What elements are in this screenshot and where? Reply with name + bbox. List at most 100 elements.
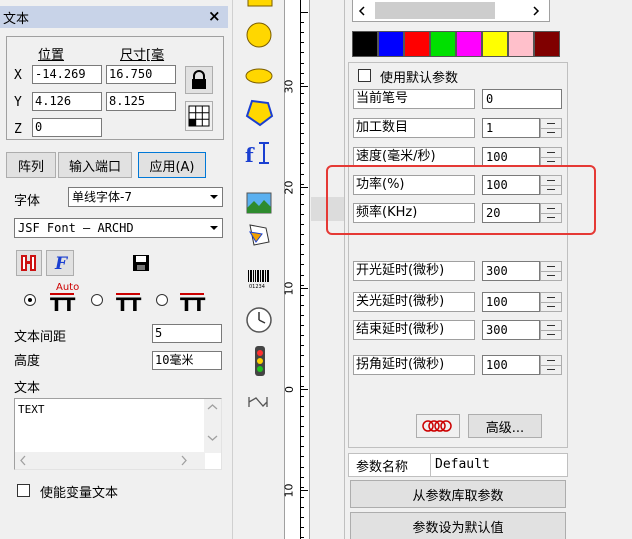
pen-color-swatch[interactable]: [378, 31, 404, 57]
apply-button[interactable]: 应用(A): [138, 152, 206, 178]
polygon-tool-icon[interactable]: [244, 98, 274, 128]
param-label: 关光延时(微秒): [353, 292, 475, 312]
scroll-down-icon[interactable]: [204, 429, 221, 446]
param-label: 加工数目: [353, 118, 475, 138]
height-label: 高度: [14, 354, 41, 369]
set-as-default-button[interactable]: 参数设为默认值: [350, 512, 566, 539]
highlight-box: [326, 165, 596, 235]
pen-color-swatch[interactable]: [456, 31, 482, 57]
circle-tool-icon[interactable]: [244, 20, 274, 50]
pen-color-swatch[interactable]: [404, 31, 430, 57]
font-label: 字体: [14, 194, 41, 209]
align-left-tt-icon: TT: [116, 293, 141, 316]
input-port-button[interactable]: 输入端口: [58, 152, 132, 178]
align-auto-tt-icon: TT: [50, 293, 75, 316]
font-type-value: 单线字体-7: [72, 190, 132, 204]
param-name-divider: [430, 453, 431, 477]
scroll-thumb[interactable]: [375, 2, 495, 19]
speed-input[interactable]: 100: [482, 147, 540, 167]
scroll-left-icon[interactable]: [15, 452, 32, 469]
lock-ratio-button[interactable]: [185, 66, 213, 94]
text-horizontal-scrollbar[interactable]: [15, 452, 205, 469]
y-position-input[interactable]: 4.126: [32, 92, 102, 111]
splitter-bar[interactable]: [311, 0, 344, 539]
laser-on-delay-input[interactable]: 300: [482, 261, 540, 281]
current-pen-value: 0: [482, 89, 562, 109]
advanced-button[interactable]: 高级...: [468, 414, 542, 438]
panel-title: 文本: [3, 12, 30, 27]
loop-count-input[interactable]: 1: [482, 118, 540, 138]
z-axis-label: Z: [14, 122, 22, 137]
font-name-select[interactable]: JSF Font — ARCHD: [14, 218, 223, 238]
font-function-icon: F: [54, 254, 69, 273]
pen-color-swatch[interactable]: [534, 31, 560, 57]
align-auto-radio[interactable]: [24, 294, 36, 306]
variable-text-checkbox[interactable]: [17, 484, 30, 497]
font-style-button[interactable]: [16, 250, 42, 276]
param-label: 速度(毫米/秒): [353, 147, 475, 167]
timer-tool-icon[interactable]: [244, 305, 274, 335]
x-position-input[interactable]: -14.269: [32, 65, 102, 84]
use-default-checkbox[interactable]: [358, 69, 371, 82]
laser-off-delay-spinner[interactable]: [540, 292, 562, 312]
laser-on-delay-spinner[interactable]: [540, 261, 562, 281]
scroll-right-icon[interactable]: [529, 4, 543, 18]
y-size-input[interactable]: 8.125: [106, 92, 176, 111]
extend-axis-icon[interactable]: [246, 394, 270, 410]
scroll-right-icon[interactable]: [175, 452, 192, 469]
align-spread-radio[interactable]: [156, 294, 168, 306]
text-content-label: 文本: [14, 381, 41, 396]
loop-count-spinner[interactable]: [540, 118, 562, 138]
variable-text-label: 使能变量文本: [40, 486, 119, 501]
panel-title-bar: 文本 ×: [0, 6, 228, 28]
text-tool-icon[interactable]: f: [244, 140, 274, 168]
load-from-library-button[interactable]: 从参数库取参数: [350, 480, 566, 508]
text-content-area[interactable]: TEXT: [14, 398, 222, 470]
rect-tool-icon[interactable]: [246, 0, 274, 10]
scroll-up-icon[interactable]: [204, 399, 221, 416]
y-axis-label: Y: [14, 95, 22, 110]
pen-color-swatch[interactable]: [430, 31, 456, 57]
param-label: 开光延时(微秒): [353, 261, 475, 281]
font-type-select[interactable]: 单线字体-7: [68, 187, 223, 207]
pen-color-swatch[interactable]: [482, 31, 508, 57]
ellipse-tool-icon[interactable]: [244, 66, 274, 86]
text-content-value: TEXT: [18, 403, 45, 416]
anchor-grid-button[interactable]: [185, 101, 213, 131]
svg-text:f: f: [245, 143, 255, 167]
io-signal-icon[interactable]: [250, 345, 270, 377]
laser-off-delay-input[interactable]: 100: [482, 292, 540, 312]
corner-delay-input[interactable]: 100: [482, 355, 540, 375]
param-name-label: 参数名称: [356, 460, 409, 475]
spacing-label: 文本间距: [14, 330, 67, 345]
close-icon[interactable]: ×: [208, 7, 221, 25]
use-default-label: 使用默认参数: [380, 71, 459, 86]
x-size-input[interactable]: 16.750: [106, 65, 176, 84]
vector-file-icon[interactable]: [244, 220, 274, 250]
bitmap-tool-icon[interactable]: [246, 192, 272, 214]
text-vertical-scrollbar[interactable]: [204, 399, 221, 453]
wobble-icon: [422, 420, 452, 432]
font-style-icon: [21, 255, 36, 271]
barcode-tool-icon[interactable]: 01234: [246, 268, 272, 290]
spacing-input[interactable]: 5: [152, 324, 222, 343]
pen-list-scrollbar[interactable]: [352, 0, 550, 22]
speed-spinner[interactable]: [540, 147, 562, 167]
height-input[interactable]: 10毫米: [152, 351, 222, 370]
param-name-value: Default: [435, 457, 490, 472]
auto-label: Auto: [56, 282, 80, 293]
wobble-button[interactable]: [416, 414, 460, 438]
font-function-button[interactable]: F: [46, 250, 74, 276]
pen-color-swatch[interactable]: [352, 31, 378, 57]
end-delay-spinner[interactable]: [540, 320, 562, 340]
corner-delay-spinner[interactable]: [540, 355, 562, 375]
chevron-down-icon[interactable]: [205, 188, 222, 206]
chevron-down-icon[interactable]: [205, 219, 222, 237]
array-button[interactable]: 阵列: [6, 152, 56, 178]
scroll-left-icon[interactable]: [355, 4, 369, 18]
z-position-input[interactable]: 0: [32, 118, 102, 137]
end-delay-input[interactable]: 300: [482, 320, 540, 340]
pen-color-swatch[interactable]: [508, 31, 534, 57]
align-left-radio[interactable]: [91, 294, 103, 306]
save-font-button[interactable]: [128, 250, 154, 276]
